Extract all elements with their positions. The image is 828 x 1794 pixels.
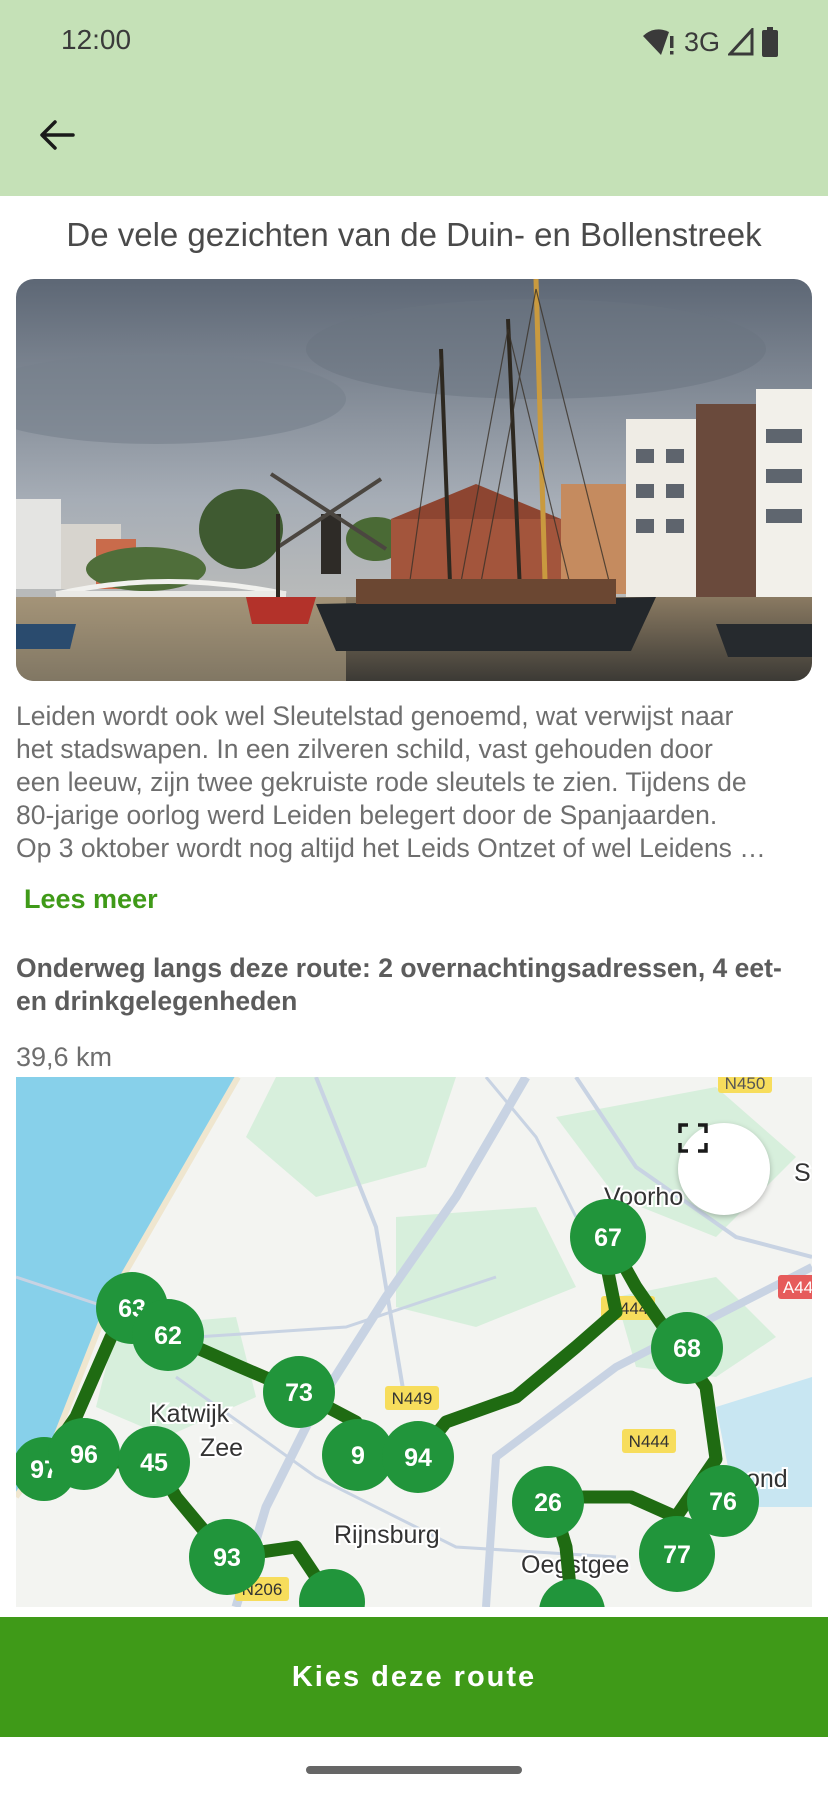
route-map[interactable]: N450 N444 N449 N444 A44 N206 Katwijk Zee… [16,1077,812,1607]
network-type: 3G [683,26,720,57]
place-label: Rijnsburg [334,1521,440,1549]
route-node-26[interactable]: 26 [534,1489,562,1517]
home-indicator[interactable] [306,1766,522,1774]
status-time: 12:00 [61,24,132,55]
choose-route-button[interactable]: Kies deze route [0,1617,828,1737]
read-more-link[interactable]: Lees meer [24,884,158,915]
route-hero-image [16,279,812,681]
back-button[interactable] [32,112,82,162]
road-label: N449 [392,1389,433,1408]
signal-icon [728,28,754,56]
road-label: N450 [725,1077,766,1093]
along-route-summary: Onderweg langs deze route: 2 overnachtin… [16,953,782,1016]
route-node-96[interactable]: 96 [70,1441,98,1469]
app-bar: 12:00 3G [0,0,828,196]
route-node-45[interactable]: 45 [140,1449,168,1477]
route-node-62[interactable]: 62 [154,1322,182,1350]
place-label: Katwijk [150,1400,230,1428]
arrow-left-icon [39,119,75,156]
route-node-9[interactable]: 9 [351,1442,365,1470]
route-node-67[interactable]: 67 [594,1224,622,1252]
route-distance: 39,6 km [16,1042,113,1072]
place-label: Zee [200,1434,243,1462]
route-node-77[interactable]: 77 [663,1541,691,1569]
route-node-73[interactable]: 73 [285,1379,313,1407]
place-label: S [794,1159,811,1187]
road-label: A44 [783,1278,812,1297]
route-node-68[interactable]: 68 [673,1335,701,1363]
route-node-94[interactable]: 94 [404,1444,432,1472]
status-icons: 3G [642,24,778,60]
wifi-alert-icon [642,27,676,57]
route-node-93[interactable]: 93 [213,1544,241,1572]
route-node-76[interactable]: 76 [709,1488,737,1516]
road-label: N444 [629,1432,670,1451]
route-description: Leiden wordt ook wel Sleutelstad genoemd… [16,701,766,863]
route-title: De vele gezichten van de Duin- en Bollen… [66,216,762,253]
fullscreen-button[interactable] [678,1123,770,1215]
battery-icon [762,27,778,57]
